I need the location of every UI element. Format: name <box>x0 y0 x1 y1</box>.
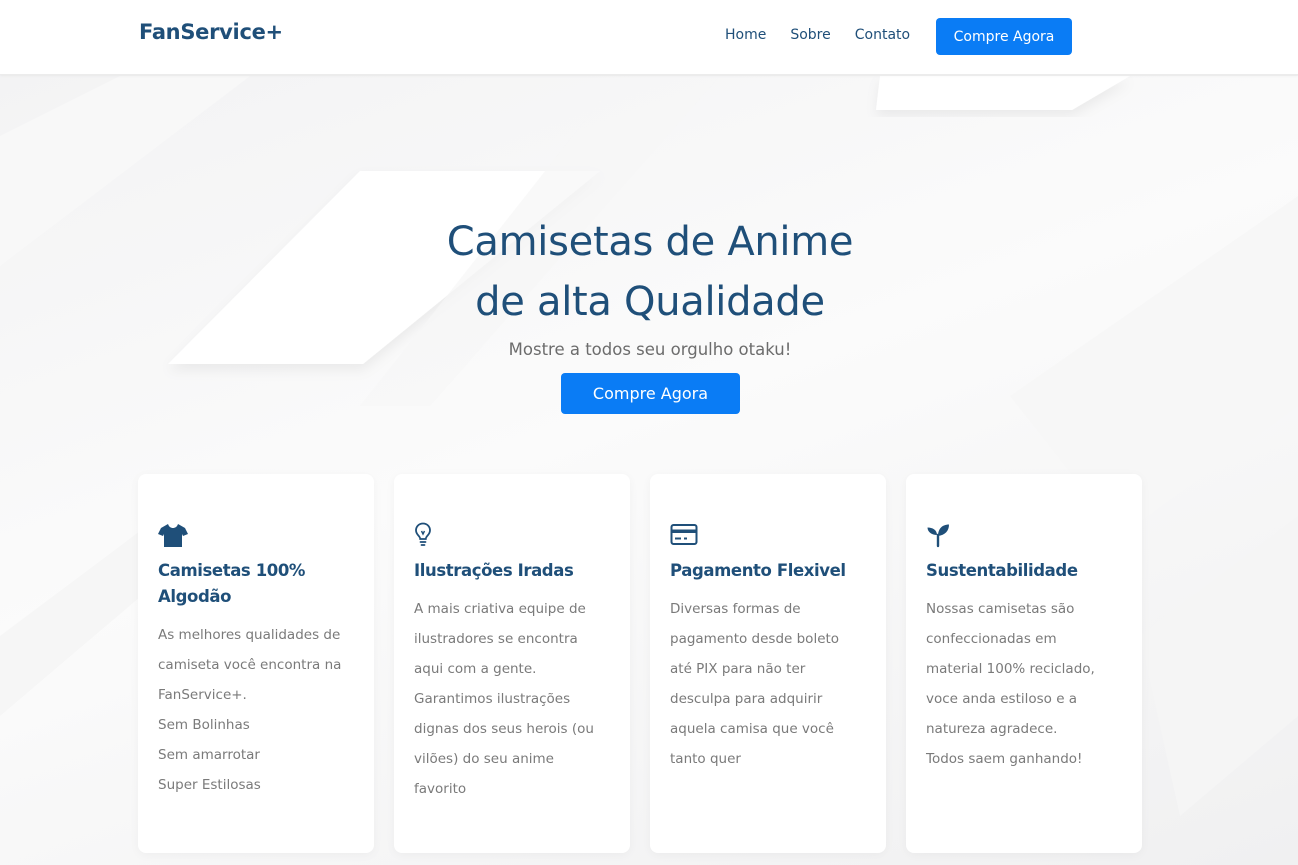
feature-card-illustrations: Ilustrações Iradas A mais criativa equip… <box>394 474 630 853</box>
feature-text-line: ilustradores se encontra <box>414 631 578 647</box>
nav-link-home[interactable]: Home <box>725 27 766 43</box>
brand-logo[interactable]: FanService+ <box>139 20 283 44</box>
feature-description: A mais criativa equipe de ilustradores s… <box>414 594 619 804</box>
feature-text-line: tanto quer <box>670 751 741 767</box>
feature-text-line: dignas dos seus herois (ou <box>414 721 594 737</box>
feature-text-line: camiseta você encontra na <box>158 657 342 673</box>
feature-title-line: Pagamento Flexivel <box>670 561 846 580</box>
feature-title: Sustentabilidade <box>926 558 1131 584</box>
feature-title-line: Algodão <box>158 587 232 606</box>
feature-text-line: voce anda estiloso e a <box>926 691 1078 707</box>
header-buy-button[interactable]: Compre Agora <box>936 18 1072 55</box>
feature-text-line: Garantimos ilustrações <box>414 691 571 707</box>
hero-buy-button[interactable]: Compre Agora <box>561 373 740 414</box>
hero-title-line: Camisetas de Anime <box>446 219 854 265</box>
feature-text-line: Nossas camisetas são <box>926 601 1075 617</box>
feature-text-line: confeccionadas em <box>926 631 1057 647</box>
feature-title: Ilustrações Iradas <box>414 558 619 584</box>
feature-text-line: vilões) do seu anime <box>414 751 554 767</box>
navbar: FanService+ Home Sobre Contato Compre Ag… <box>0 0 1298 75</box>
sprout-icon <box>926 522 956 548</box>
feature-text-line: aqui com a gente. <box>414 661 537 677</box>
nav-link-sobre[interactable]: Sobre <box>790 27 830 43</box>
feature-card-payment: Pagamento Flexivel Diversas formas de pa… <box>650 474 886 853</box>
tshirt-icon <box>158 522 188 548</box>
hero-subtitle: Mostre a todos seu orgulho otaku! <box>508 340 792 359</box>
landing-page: FanService+ Home Sobre Contato Compre Ag… <box>0 0 1298 865</box>
feature-text-line: FanService+. <box>158 687 247 703</box>
feature-text-line: Super Estilosas <box>158 777 261 793</box>
feature-title-line: Ilustrações Iradas <box>414 561 574 580</box>
nav-links: Home Sobre Contato <box>725 27 934 43</box>
feature-description: Diversas formas de pagamento desde bolet… <box>670 594 875 774</box>
feature-title-line: Sustentabilidade <box>926 561 1078 580</box>
feature-card-sustainability: Sustentabilidade Nossas camisetas são co… <box>906 474 1142 853</box>
feature-text-line: material 100% reciclado, <box>926 661 1095 677</box>
feature-text-line: Diversas formas de <box>670 601 801 617</box>
feature-text-line: natureza agradece. <box>926 721 1058 737</box>
feature-text-line: Todos saem ganhando! <box>926 751 1083 767</box>
feature-card-cotton: Camisetas 100% Algodão As melhores quali… <box>138 474 374 853</box>
feature-text-line: favorito <box>414 781 467 797</box>
feature-text-line: Sem amarrotar <box>158 747 260 763</box>
feature-title: Pagamento Flexivel <box>670 558 875 584</box>
feature-text-line: As melhores qualidades de <box>158 627 341 643</box>
feature-text-line: aquela camisa que você <box>670 721 834 737</box>
lightbulb-icon <box>414 522 444 548</box>
feature-title-line: Camisetas 100% <box>158 561 306 580</box>
feature-description: Nossas camisetas são confeccionadas em m… <box>926 594 1131 774</box>
feature-text-line: desculpa para adquirir <box>670 691 823 707</box>
hero-title-line: de alta Qualidade <box>475 279 825 325</box>
nav-link-contato[interactable]: Contato <box>855 27 910 43</box>
feature-text-line: até PIX para não ter <box>670 661 806 677</box>
feature-description: As melhores qualidades de camiseta você … <box>158 620 363 800</box>
feature-text-line: Sem Bolinhas <box>158 717 250 733</box>
feature-text-line: A mais criativa equipe de <box>414 601 586 617</box>
feature-title: Camisetas 100% Algodão <box>158 558 363 610</box>
hero-title: Camisetas de Anime de alta Qualidade <box>350 212 950 332</box>
credit-card-icon <box>670 522 700 548</box>
feature-text-line: pagamento desde boleto <box>670 631 840 647</box>
